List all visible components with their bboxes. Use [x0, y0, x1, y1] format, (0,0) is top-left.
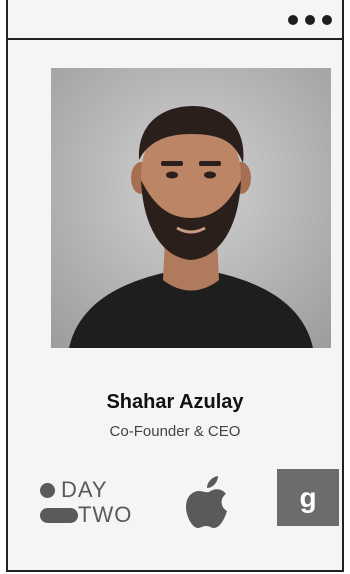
person-name: Shahar Azulay	[106, 391, 244, 413]
more-dots-icon[interactable]	[288, 15, 332, 25]
daytwo-dot-icon	[40, 482, 55, 498]
dot-2	[305, 15, 315, 25]
person-role: Co-Founder & CEO	[109, 423, 241, 440]
daytwo-logo[interactable]: DAY TWO	[36, 476, 156, 528]
daytwo-pill-icon	[40, 507, 78, 523]
daytwo-line2: TWO	[78, 502, 133, 527]
profile-photo	[51, 68, 331, 348]
apple-logo-icon[interactable]	[184, 474, 234, 530]
dot-3	[322, 15, 332, 25]
profile-card-window: Shahar Azulay Co-Founder & CEO DAY TWO g	[6, 0, 344, 572]
daytwo-line1: DAY	[61, 477, 108, 502]
dot-1	[288, 15, 298, 25]
window-titlebar	[8, 0, 342, 40]
g-logo[interactable]: g	[277, 469, 339, 526]
